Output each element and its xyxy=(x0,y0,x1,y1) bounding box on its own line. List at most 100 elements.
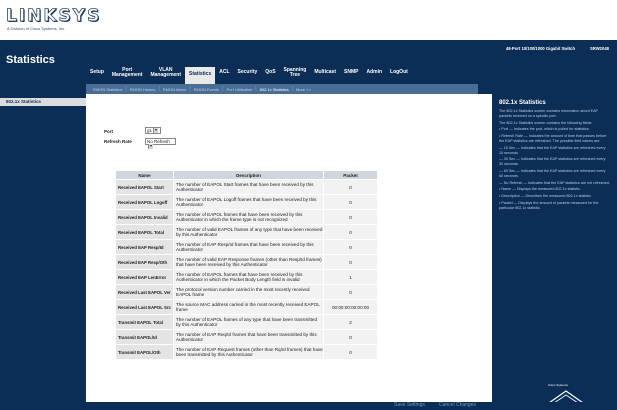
subtab-rmon-statistics[interactable]: RMON Statistics xyxy=(90,87,125,92)
main-content: Port g1 ▼ Refresh Rate No Refresh▼ Name D… xyxy=(86,94,492,402)
page-title: Statistics xyxy=(6,54,55,66)
main-tabs: Setup Port Management VLAN Management St… xyxy=(86,62,412,84)
row-name: Received EAP Resp/Id xyxy=(115,239,174,255)
tab-acl[interactable]: ACL xyxy=(215,70,233,76)
table-row: Transmit EAPOL/Oth The number of EAP Requ… xyxy=(115,344,378,360)
row-description: The number of EAPOL frames that have bee… xyxy=(173,209,324,225)
row-packet: 1 xyxy=(323,269,378,285)
row-description: The number of EAP Req/Id frames that hav… xyxy=(173,329,324,345)
table-row: Received Last EAPOL Ver The protocol vers… xyxy=(115,284,378,300)
row-packet: 00:00:00:00:00:00 xyxy=(323,299,378,315)
table-row: Received EAP Resp/Id The number of EAP Re… xyxy=(115,239,378,255)
refresh-rate-select[interactable]: No Refresh▼ xyxy=(145,138,176,149)
linksys-logo: LINKSYS xyxy=(6,6,102,27)
tab-qos[interactable]: QoS xyxy=(261,70,279,76)
row-description: The number of EAP Resp/Id frames that ha… xyxy=(173,239,324,255)
row-description: The number of EAPOL Start frames that ha… xyxy=(173,179,324,195)
help-paragraph: — 30 Sec — Indicates that the EAP statis… xyxy=(499,157,606,167)
save-settings-button[interactable]: Save Settings xyxy=(394,402,425,408)
subtab-8021x-statistics[interactable]: 802.1x Statistics xyxy=(257,87,292,92)
row-packet: 0 xyxy=(323,179,378,195)
row-packet: 0 xyxy=(323,239,378,255)
cancel-changes-button[interactable]: Cancel Changes xyxy=(439,402,476,408)
help-paragraph: The 802.1x Statistics screen contains in… xyxy=(499,109,598,118)
row-description: The number of valid EAPOL frames of any … xyxy=(173,224,324,240)
left-nav: 802.1x Statistics xyxy=(0,94,86,402)
port-select[interactable]: g1 ▼ xyxy=(145,127,161,134)
cisco-logo-text: Cisco Systems xyxy=(548,383,568,387)
row-name: Received EAPOL Start xyxy=(115,179,174,195)
tab-statistics[interactable]: Statistics xyxy=(185,66,216,84)
tab-spanning-tree[interactable]: Spanning Tree xyxy=(280,67,311,79)
statistics-table: Name Description Packet Received EAPOL S… xyxy=(115,170,378,360)
row-description: The number of valid EAP Response frames … xyxy=(173,254,324,270)
row-description: The source MAC address carried in the mo… xyxy=(173,299,324,315)
port-label: Port xyxy=(104,129,113,134)
subtab-more[interactable]: More >> xyxy=(293,87,314,92)
product-name: 48-Port 10/100/1000 Gigabit Switch xyxy=(505,46,575,51)
row-description: The number of EAPOL Logoff frames that h… xyxy=(173,194,324,210)
chevron-down-icon: ▼ xyxy=(148,144,153,149)
table-row: Received EAPOL Logoff The number of EAPOL… xyxy=(115,194,378,210)
subtab-rmon-events[interactable]: RMON Events xyxy=(191,87,223,92)
help-paragraph: — 60 Sec — Indicates that the EAP statis… xyxy=(499,168,606,178)
row-name: Received EAPOL Logoff xyxy=(115,194,174,210)
row-name: Transmit EAPOL Total xyxy=(115,314,174,330)
tab-security[interactable]: Security xyxy=(234,70,262,76)
table-row: Transmit EAPOL Total The number of EAPOL … xyxy=(115,314,378,330)
row-name: Transmit EAPOL/Oth xyxy=(115,344,174,360)
subtab-port-utilization[interactable]: Port Utilization xyxy=(224,87,256,92)
row-description: The number of EAPOL frames that have bee… xyxy=(173,269,324,285)
header-packet: Packet xyxy=(323,170,378,180)
header: Statistics 48-Port 10/100/1000 Gigabit S… xyxy=(0,40,617,94)
row-name: Received EAPOL Total xyxy=(115,224,174,240)
table-row: Received EAPOL Invalid The number of EAPO… xyxy=(115,209,378,225)
row-packet: 0 xyxy=(323,284,378,300)
header-name: Name xyxy=(115,170,174,180)
help-panel: 802.1x Statistics The 802.1x Statistics … xyxy=(492,94,617,402)
row-packet: 0 xyxy=(323,224,378,240)
tab-multicast[interactable]: Multicast xyxy=(310,70,340,76)
row-packet: 0 xyxy=(323,254,378,270)
subtab-rmon-alarm[interactable]: RMON Alarm xyxy=(160,87,190,92)
tab-logout[interactable]: LogOut xyxy=(386,70,412,76)
row-description: The number of EAP Request frames (other … xyxy=(173,344,324,360)
help-paragraph: • Packet — Displays the amount of packet… xyxy=(499,200,599,210)
help-paragraph: — No Refresh — Indicates that the EAP st… xyxy=(499,180,610,185)
row-name: Received EAPOL Invalid xyxy=(115,209,174,225)
help-paragraph: The 802.1x Statistics screen contains th… xyxy=(499,120,593,125)
brand-subtitle: A Division of Cisco Systems, Inc. xyxy=(7,26,66,31)
row-name: Received EAP LenError xyxy=(115,269,174,285)
help-paragraph: • Name — Displays the measured 802.1x st… xyxy=(499,187,581,192)
tab-port-management[interactable]: Port Management xyxy=(108,67,147,79)
table-header-row: Name Description Packet xyxy=(115,170,378,180)
tab-setup[interactable]: Setup xyxy=(86,70,108,76)
sub-tabs: RMON Statistics | RMON History | RMON Alar… xyxy=(86,84,478,94)
table-row: Transmit EAPOL/Id The number of EAP Req/I… xyxy=(115,329,378,345)
help-paragraph: — 15 Sec — Indicates that the EAP statis… xyxy=(499,145,606,155)
row-packet: 0 xyxy=(323,344,378,360)
table-row: Received EAP Resp/Oth The number of valid… xyxy=(115,254,378,270)
row-name: Received Last EAPOL Src xyxy=(115,299,174,315)
row-name: Received EAP Resp/Oth xyxy=(115,254,174,270)
help-paragraph: • Port — Indicates the port, which is po… xyxy=(499,127,590,132)
row-name: Transmit EAPOL/Id xyxy=(115,329,174,345)
help-title: 802.1x Statistics xyxy=(499,100,546,106)
help-paragraph: • Description — Describes the measured 8… xyxy=(499,194,592,199)
subtab-rmon-history[interactable]: RMON History xyxy=(127,87,159,92)
refresh-rate-label: Refresh Rate xyxy=(104,139,132,144)
model-number: SRW2048 xyxy=(589,46,609,51)
row-packet: 0 xyxy=(323,209,378,225)
row-description: The number of EAPOL frames of any type t… xyxy=(173,314,324,330)
row-name: Received Last EAPOL Ver xyxy=(115,284,174,300)
tab-snmp[interactable]: SNMP xyxy=(340,70,362,76)
nav-item-8021x-statistics[interactable]: 802.1x Statistics xyxy=(0,98,86,106)
brand-bar: LINKSYS A Division of Cisco Systems, Inc… xyxy=(0,0,617,40)
row-packet: 0 xyxy=(323,329,378,345)
header-description: Description xyxy=(173,170,324,180)
footer-bar: Save Settings Cancel Changes xyxy=(0,402,617,410)
row-packet: 2 xyxy=(323,314,378,330)
tab-admin[interactable]: Admin xyxy=(362,70,386,76)
table-row: Received Last EAPOL Src The source MAC ad… xyxy=(115,299,378,315)
tab-vlan-management[interactable]: VLAN Management xyxy=(146,67,185,79)
